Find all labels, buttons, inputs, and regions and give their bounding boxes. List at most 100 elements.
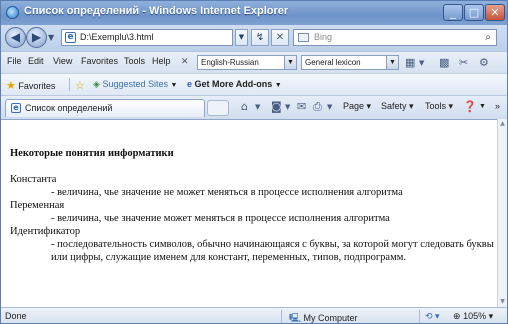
term: Переменная [10,200,65,211]
search-icon[interactable]: ⌕ [481,31,495,44]
get-addons-link[interactable]: e Get More Add-ons ▼ [187,79,282,89]
zoom-level: 105% [463,311,487,321]
divider [69,78,70,91]
compatibility-view-button[interactable]: ↯ [251,29,269,46]
zoom-control[interactable]: ⊕ 105% ▾ [453,311,493,322]
menu-bar: File Edit View Favorites Tools Help ✕ En… [1,51,507,73]
definition: - величина, чье значение может меняться … [51,213,390,224]
vertical-scrollbar[interactable]: ▲ ▼ [497,119,507,307]
page-menu[interactable]: Page ▾ [343,101,371,112]
tools-menu[interactable]: Tools ▾ [425,101,453,112]
overflow-icon[interactable]: » [495,101,500,111]
new-tab-button[interactable] [207,100,229,116]
favorites-button[interactable]: ★ Favorites [6,79,55,92]
tab-row: e Список определений ⌂ ▼ ◙ ▼ ✉ ⎙ ▼ Page … [1,95,507,119]
browser-window: Список определений - Windows Internet Ex… [0,0,508,324]
menu-tools[interactable]: Tools [124,56,145,66]
definition: - величина, чье значение не может менять… [51,187,403,198]
tab-current[interactable]: e Список определений [5,99,205,117]
chevron-down-icon: ▼ [284,56,296,69]
translator-language-select[interactable]: English-Russian ▼ [197,55,297,70]
document-body: Некоторые понятия информатики Константа … [10,147,494,264]
scroll-up-icon[interactable]: ▲ [498,119,507,129]
close-toolbar-icon[interactable]: ✕ [181,56,189,67]
translator-dictionary-select[interactable]: General lexicon ▼ [301,55,399,70]
close-button[interactable]: ✕ [485,4,505,21]
settings-icon[interactable]: ⚙ [479,56,489,69]
search-placeholder: Bing [314,32,333,42]
menu-favorites[interactable]: Favorites [81,56,118,66]
chevron-down-icon[interactable]: ▼ [479,103,486,110]
title-bar: Список определений - Windows Internet Ex… [1,1,507,25]
minimize-button[interactable]: _ [443,4,463,21]
security-zone: 🖳 My Computer [289,311,358,323]
page-heading: Некоторые понятия информатики [10,148,174,159]
favorites-label: Favorites [18,81,56,91]
safety-menu[interactable]: Safety ▾ [381,101,414,112]
security-zone-label: My Computer [303,313,358,323]
definition-entry: Идентификатор - последовательность симво… [10,225,494,264]
bing-icon [298,33,309,42]
divider [419,310,420,323]
scroll-down-icon[interactable]: ▼ [498,297,507,307]
ie-logo-icon [6,6,19,19]
computer-icon: 🖳 [289,313,302,323]
search-field[interactable]: Bing ⌕ [293,29,497,46]
chevron-down-icon[interactable]: ▼ [285,103,290,111]
status-text: Done [5,311,27,321]
window-title: Список определений - Windows Internet Ex… [24,5,289,17]
chevron-down-icon: ▼ [170,82,178,89]
caption-buttons: _ □ ✕ [443,4,505,21]
page-icon: e [11,103,21,113]
help-icon[interactable]: ❓ [463,100,477,113]
recent-pages-dropdown-icon[interactable]: ▼ [48,33,54,42]
address-dropdown-button[interactable]: ▼ [235,29,248,46]
page-menu-label: Page [343,101,365,111]
get-addons-label: Get More Add-ons [194,79,273,89]
chevron-down-icon[interactable]: ▼ [255,103,260,111]
print-icon[interactable]: ⎙ [313,100,322,114]
suggested-sites-link[interactable]: ◈ Suggested Sites ▼ [93,79,177,90]
back-button[interactable]: ◀ [5,27,26,48]
chevron-down-icon[interactable]: ▼ [419,59,424,67]
translator-language-value: English-Russian [201,58,259,67]
translate-icon[interactable]: ▦ [405,56,415,69]
maximize-button[interactable]: □ [464,4,484,21]
protected-mode-icon[interactable]: ⟲ ▾ [425,311,440,322]
stop-button[interactable]: ✕ [271,29,289,46]
page-content: Некоторые понятия информатики Константа … [1,119,497,307]
star-icon: ★ [6,80,16,92]
mail-icon[interactable]: ✉ [297,100,306,113]
forward-button[interactable]: ▶ [26,27,47,48]
suggested-sites-icon: ◈ [93,79,100,89]
term: Идентификатор [10,226,81,237]
tab-label: Список определений [25,103,113,113]
chevron-down-icon: ▼ [274,82,282,89]
page-icon: e [65,32,76,43]
home-icon[interactable]: ⌂ [241,100,248,113]
definition-entry: Константа - величина, чье значение не мо… [10,173,494,199]
term: Константа [10,174,57,185]
tools-icon[interactable]: ✂ [459,56,468,69]
zoom-icon: ⊕ [453,311,461,321]
status-bar: Done 🖳 My Computer ⟲ ▾ ⊕ 105% ▾ [1,307,507,323]
divider [281,310,282,323]
safety-menu-label: Safety [381,101,407,111]
address-field[interactable]: e D:\Exemplu\3.html [61,29,233,46]
menu-view[interactable]: View [53,56,72,66]
definition: - последовательность символов, обычно на… [51,239,494,263]
menu-file[interactable]: File [7,56,22,66]
menu-edit[interactable]: Edit [28,56,44,66]
menu-help[interactable]: Help [152,56,171,66]
feeds-icon[interactable]: ◙ [271,100,282,113]
favorites-bar: ★ Favorites ☆ ◈ Suggested Sites ▼ e Get … [1,73,507,95]
address-url: D:\Exemplu\3.html [80,32,154,42]
chevron-down-icon[interactable]: ▼ [327,103,332,111]
dictionary-icon[interactable]: ▩ [439,56,449,69]
chevron-down-icon: ▼ [386,56,398,69]
tools-menu-label: Tools [425,101,447,111]
page-icon: e [187,79,193,89]
translator-dictionary-value: General lexicon [305,58,361,67]
definition-entry: Переменная - величина, чье значение може… [10,199,494,225]
add-to-favorites-icon[interactable]: ☆ [75,79,85,92]
